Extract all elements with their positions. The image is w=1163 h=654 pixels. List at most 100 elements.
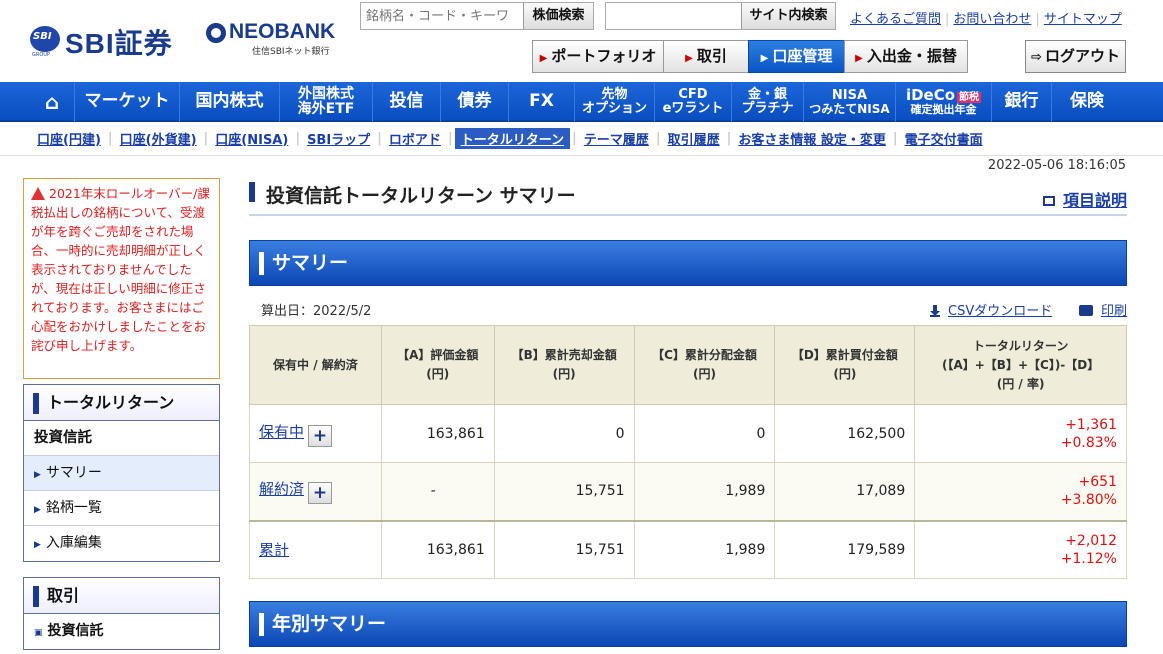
sidebar-total-return-title: トータルリターン <box>24 385 219 421</box>
subnav-sbi-wrap[interactable]: SBIラップ <box>300 129 377 148</box>
site-search-input[interactable] <box>606 3 740 29</box>
help-link[interactable]: 項目説明 <box>1063 191 1127 210</box>
cell-total-return: +2,012 +1.12% <box>914 519 1127 579</box>
arrow-right-icon: ▶ <box>34 505 41 515</box>
nav-ideco-label2: 確定拠出年金 <box>910 103 977 117</box>
header-b-unit: (円) <box>552 367 576 381</box>
return-rate: +3.80% <box>1060 492 1117 509</box>
nav-foreign-stock[interactable]: 外国株式 海外ETF <box>280 82 373 122</box>
faq-link[interactable]: よくあるご質問 <box>850 12 941 27</box>
site-search-box: サイト内検索 <box>605 2 836 30</box>
current-datetime: 2022-05-06 18:16:05 <box>987 158 1126 173</box>
nav-ideco-label: iDeCo <box>905 86 956 105</box>
subnav-account-yen[interactable]: 口座(円建) <box>30 129 108 148</box>
nav-bond-label: 債券 <box>457 91 492 112</box>
tab-portfolio[interactable]: ▶ ポートフォリオ <box>532 40 664 73</box>
notice-text: 2021年末ロールオーバー/課税払出しの銘柄について、受渡が年を跨ぐご売却をされ… <box>31 186 210 353</box>
cell-a: 163,861 <box>380 519 495 579</box>
nav-fund[interactable]: 投信 <box>373 82 441 122</box>
nav-bond[interactable]: 債券 <box>441 82 509 122</box>
subnav-divider <box>0 155 1163 156</box>
cell-c: 1,989 <box>633 519 776 579</box>
cell-c: 0 <box>633 404 776 463</box>
subnav-total-return[interactable]: トータルリターン <box>454 127 571 149</box>
warning-icon <box>31 187 45 200</box>
sub-nav: 口座(円建) | 口座(外貨建) | 口座(NISA) | SBIラップ | ロボアド |… <box>30 127 990 149</box>
nav-market[interactable]: マーケット <box>75 82 180 122</box>
stock-search-button[interactable]: 株価検索 <box>523 3 593 29</box>
header-status: 保有中 / 解約済 <box>249 325 382 405</box>
row-label-cell: 保有中 + <box>249 404 382 463</box>
neobank-logo[interactable]: NEOBANK 住信SBIネット銀行 <box>206 20 351 60</box>
nav-futures[interactable]: 先物 オプション <box>575 82 655 122</box>
yearly-summary-banner: 年別サマリー <box>249 601 1127 647</box>
csv-download-link[interactable]: CSVダウンロード <box>948 304 1052 319</box>
row-label-cumulative[interactable]: 累計 <box>259 541 289 559</box>
site-search-button[interactable]: サイト内検索 <box>741 3 835 29</box>
arrow-right-icon: ▶ <box>34 470 41 480</box>
nav-gold[interactable]: 金・銀 プラチナ <box>732 82 804 122</box>
header: SBI GROUP SBI証券 NEOBANK 住信SBIネット銀行 株価検索 … <box>0 0 1163 82</box>
stock-search-input[interactable] <box>361 3 523 29</box>
sbi-logo[interactable]: SBI GROUP SBI証券 <box>30 22 190 59</box>
nav-foreign-stock-label2: 海外ETF <box>297 101 355 117</box>
arrow-right-icon: ▶ <box>855 53 863 64</box>
table-row: 保有中 + 163,861 0 0 162,500 +1,361 +0.83% <box>249 404 1127 463</box>
nav-domestic-stock[interactable]: 国内株式 <box>180 82 280 122</box>
sidebar-item-summary[interactable]: ▶ サマリー <box>24 456 219 491</box>
nav-ideco[interactable]: iDeCo 節税 確定拠出年金 <box>896 82 992 122</box>
nav-nisa-label: NISA <box>831 87 868 103</box>
nav-gold-label2: プラチナ <box>741 101 794 116</box>
sbi-group-text: GROUP <box>32 52 50 58</box>
subnav-e-documents[interactable]: 電子交付書面 <box>898 129 990 148</box>
row-label-closed[interactable]: 解約済 <box>259 480 304 498</box>
sidebar-trade-fund[interactable]: ▣ 投資信託 <box>24 614 219 649</box>
nav-insurance[interactable]: 保険 <box>1052 82 1122 122</box>
logout-button[interactable]: ⇨ ログアウト <box>1025 40 1126 73</box>
nav-nisa[interactable]: NISA つみたてNISA <box>804 82 896 122</box>
nav-bank[interactable]: 銀行 <box>992 82 1052 122</box>
row-label-holding[interactable]: 保有中 <box>259 423 304 441</box>
nav-foreign-stock-label: 外国株式 <box>298 86 354 103</box>
subnav-account-foreign[interactable]: 口座(外貨建) <box>113 129 204 148</box>
tab-deposit[interactable]: ▶ 入出金・振替 <box>844 40 968 73</box>
return-amount: +651 <box>1078 474 1117 491</box>
sidebar-item-transfer-edit[interactable]: ▶ 入庫編集 <box>24 526 219 561</box>
header-total-return: トータルリターン (【A】+【B】+【C】)-【D】 (円 / 率) <box>914 325 1127 405</box>
contact-link[interactable]: お問い合わせ <box>953 12 1031 27</box>
nav-cfd[interactable]: CFD eワラント <box>655 82 732 122</box>
cell-c: 1,989 <box>633 462 776 521</box>
nav-cfd-label: CFD <box>678 87 708 103</box>
sidebar-item-holdings-list-label: 銘柄一覧 <box>45 500 102 516</box>
sidebar-item-holdings-list[interactable]: ▶ 銘柄一覧 <box>24 491 219 526</box>
cell-d: 162,500 <box>774 404 916 463</box>
subnav-account-nisa[interactable]: 口座(NISA) <box>208 129 295 148</box>
subnav-customer-settings[interactable]: お客さま情報 設定・変更 <box>731 129 893 148</box>
expand-plus-icon[interactable]: + <box>308 482 333 505</box>
arrow-right-icon: ▶ <box>34 540 41 550</box>
title-divider <box>249 214 1127 216</box>
sbi-logo-mark: SBI <box>30 26 60 52</box>
tab-account[interactable]: ▶ 口座管理 <box>748 40 845 73</box>
arrow-right-icon: ▶ <box>539 53 548 64</box>
subnav-robo-advisor[interactable]: ロボアド <box>382 129 448 148</box>
notice-box: 2021年末ロールオーバー/課税払出しの銘柄について、受渡が年を跨ぐご売却をされ… <box>23 178 220 379</box>
expand-plus-icon[interactable]: + <box>308 424 333 447</box>
global-nav: ⌂ マーケット 国内株式 外国株式 海外ETF 投信 債券 FX 先物 オプション … <box>0 82 1163 122</box>
sitemap-link[interactable]: サイトマップ <box>1044 12 1122 27</box>
tab-portfolio-label: ポートフォリオ <box>551 47 657 65</box>
print-link[interactable]: 印刷 <box>1101 304 1127 319</box>
nav-gold-label: 金・銀 <box>747 87 787 103</box>
nav-fx[interactable]: FX <box>509 82 575 122</box>
tab-account-label: 口座管理 <box>772 47 833 65</box>
nav-home[interactable]: ⌂ <box>0 82 75 122</box>
table-header-row: 保有中 / 解約済 【A】評価金額 (円) 【B】累計売却金額 (円) 【C】累計分… <box>249 325 1127 405</box>
header-a-label: 【A】評価金額 <box>397 348 479 362</box>
header-tr-unit: (円 / 率) <box>996 376 1045 391</box>
subnav-theme-history[interactable]: テーマ履歴 <box>577 129 656 148</box>
tab-trade[interactable]: ▶ 取引 <box>663 40 749 73</box>
nav-nisa-label2: つみたてNISA <box>809 101 890 116</box>
download-icon <box>930 305 940 317</box>
nav-ideco-badge: 節税 <box>957 92 982 104</box>
subnav-trade-history[interactable]: 取引履歴 <box>661 129 727 148</box>
